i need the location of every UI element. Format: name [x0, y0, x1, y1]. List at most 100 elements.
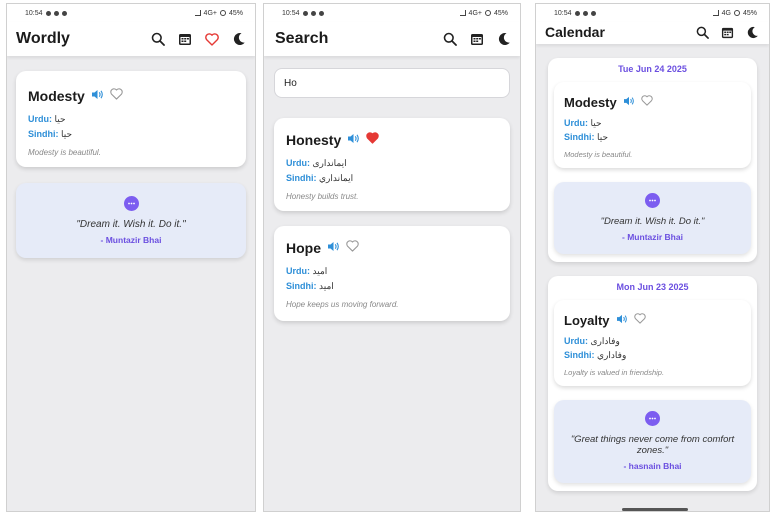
sindhi-translation: ايمانداري — [319, 173, 354, 183]
search-icon[interactable] — [149, 31, 166, 48]
quote-author: - Muntazir Bhai — [100, 235, 162, 245]
search-input[interactable]: Ho — [274, 68, 510, 98]
example-sentence: Modesty is beautiful. — [564, 150, 633, 159]
calendar-icon[interactable] — [468, 31, 485, 48]
speaker-icon[interactable] — [327, 239, 340, 257]
urdu-label: Urdu: — [564, 118, 588, 128]
battery-level: 45% — [228, 9, 243, 17]
home-screen: 10:54 4G+ 45% Wordly Modesty Urdu: حیا S… — [6, 3, 256, 512]
page-title: Wordly — [16, 30, 70, 47]
quote-card: "Great things never come from comfort zo… — [554, 400, 751, 483]
moon-icon[interactable] — [495, 31, 512, 48]
sindhi-translation: حيا — [61, 129, 73, 139]
day-entry: Mon Jun 23 2025 Loyalty Urdu: وفاداری Si — [548, 276, 757, 491]
urdu-translation: حیا — [54, 114, 66, 124]
urdu-label: Urdu: — [286, 266, 310, 276]
word-card[interactable]: Modesty Urdu: حیا Sindhi: حيا Modesty is… — [554, 82, 751, 168]
urdu-label: Urdu: — [286, 158, 310, 168]
quote-text: "Dream it. Wish it. Do it." — [76, 219, 186, 230]
chat-bubble-icon — [645, 193, 660, 208]
sindhi-label: Sindhi: — [564, 132, 595, 142]
quote-text: "Great things never come from comfort zo… — [570, 434, 735, 456]
translations: Urdu: حیا Sindhi: حيا — [28, 112, 234, 142]
notification-icon — [318, 10, 324, 16]
app-bar: Search — [264, 22, 520, 56]
heart-icon[interactable] — [641, 93, 653, 111]
signal-icon — [459, 10, 466, 16]
sindhi-translation: وفاداري — [597, 350, 627, 360]
app-bar: Calendar — [536, 22, 769, 44]
signal-icon — [194, 10, 201, 16]
result-card[interactable]: Hope Urdu: امید Sindhi: اميد Hope keeps … — [274, 226, 510, 321]
search-icon[interactable] — [694, 24, 711, 41]
notification-icon — [53, 10, 59, 16]
chat-bubble-icon — [123, 196, 139, 211]
moon-icon[interactable] — [744, 24, 761, 41]
whatsapp-icon — [45, 10, 51, 16]
word-title: Honesty — [286, 132, 342, 148]
search-screen: 10:54 4G+ 45% Search Ho Honesty Urdu: ای… — [263, 3, 521, 512]
status-time: 10:54 — [25, 9, 43, 17]
urdu-label: Urdu: — [564, 336, 588, 346]
battery-level: 45% — [493, 9, 508, 17]
battery-icon — [733, 10, 740, 16]
notification-icon — [61, 10, 67, 16]
quote-text: "Dream it. Wish it. Do it." — [600, 216, 705, 227]
speaker-icon[interactable] — [347, 131, 360, 149]
speaker-icon[interactable] — [616, 311, 628, 329]
speaker-icon[interactable] — [91, 87, 104, 105]
page-title: Calendar — [545, 24, 605, 40]
heart-icon[interactable] — [346, 239, 359, 257]
search-icon[interactable] — [441, 31, 458, 48]
example-sentence: Honesty builds trust. — [286, 192, 359, 201]
example-sentence: Loyalty is valued in friendship. — [564, 368, 665, 377]
sindhi-translation: اميد — [319, 281, 334, 291]
speaker-icon[interactable] — [623, 93, 635, 111]
status-time: 10:54 — [554, 9, 572, 17]
battery-level: 45% — [742, 9, 757, 17]
translations: Urdu: امید Sindhi: اميد — [286, 264, 498, 294]
urdu-translation: حیا — [590, 118, 602, 128]
app-bar: Wordly — [7, 22, 255, 56]
status-time: 10:54 — [282, 9, 300, 17]
result-card[interactable]: Honesty Urdu: ایمانداری Sindhi: ايماندار… — [274, 118, 510, 211]
translations: Urdu: ایمانداری Sindhi: ايمانداري — [286, 156, 498, 186]
heart-filled-icon[interactable] — [366, 131, 379, 149]
signal-icon — [712, 10, 719, 16]
word-card[interactable]: Loyalty Urdu: وفاداری Sindhi: وفاداري Lo… — [554, 300, 751, 386]
urdu-translation: ایمانداری — [312, 158, 347, 168]
calendar-icon[interactable] — [719, 24, 736, 41]
day-date: Mon Jun 23 2025 — [616, 282, 689, 292]
heart-icon[interactable] — [633, 311, 646, 329]
translations: Urdu: وفاداری Sindhi: وفاداري — [564, 334, 741, 362]
quote-card: "Dream it. Wish it. Do it." - Muntazir B… — [16, 183, 246, 258]
chat-bubble-icon — [645, 411, 660, 426]
urdu-label: Urdu: — [28, 114, 52, 124]
battery-icon — [219, 10, 226, 16]
whatsapp-icon — [574, 10, 580, 16]
network-type: 4G — [721, 9, 731, 17]
notification-icon — [582, 10, 588, 16]
heart-icon[interactable] — [203, 31, 220, 48]
sindhi-label: Sindhi: — [286, 173, 317, 183]
gesture-bar — [622, 508, 688, 511]
word-title: Modesty — [564, 94, 617, 110]
word-card[interactable]: Modesty Urdu: حیا Sindhi: حيا Modesty is… — [16, 71, 246, 167]
example-sentence: Hope keeps us moving forward. — [286, 300, 399, 309]
sindhi-translation: حيا — [597, 132, 609, 142]
status-bar: 10:54 4G+ 45% — [264, 4, 520, 22]
moon-icon[interactable] — [230, 31, 247, 48]
urdu-translation: وفاداری — [590, 336, 620, 346]
network-type: 4G+ — [203, 9, 217, 17]
quote-author: - Muntazir Bhai — [622, 232, 683, 242]
search-query: Ho — [284, 77, 297, 89]
notification-icon — [310, 10, 316, 16]
heart-icon[interactable] — [110, 87, 123, 105]
word-title: Loyalty — [564, 312, 610, 328]
word-title: Modesty — [28, 88, 85, 104]
calendar-icon[interactable] — [176, 31, 193, 48]
day-date: Tue Jun 24 2025 — [618, 64, 687, 74]
screenshot-collage: 10:54 4G+ 45% Wordly Modesty Urdu: حیا S… — [0, 0, 773, 512]
word-title: Hope — [286, 240, 321, 256]
sindhi-label: Sindhi: — [564, 350, 595, 360]
